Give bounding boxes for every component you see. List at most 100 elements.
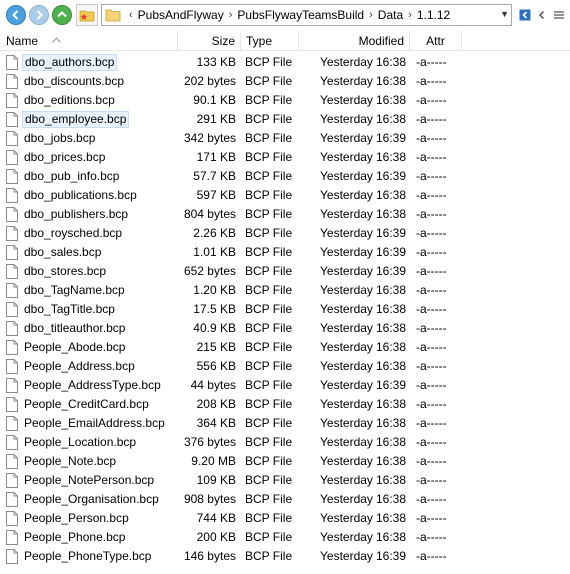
file-row[interactable]: People_EmailAddress.bcp 364 KB BCP File Yes… (0, 414, 570, 433)
file-row[interactable]: People_AddressType.bcp 44 bytes BCP File Ye… (0, 376, 570, 395)
chevron-left-icon[interactable] (535, 8, 549, 22)
file-size: 364 KB (196, 416, 236, 430)
file-row[interactable]: People_Person.bcp 744 KB BCP File Yesterday… (0, 509, 570, 528)
file-name[interactable]: People_Abode.bcp (24, 338, 125, 357)
file-type: BCP File (245, 302, 293, 316)
file-row[interactable]: dbo_employee.bcp 291 KB BCP File Yesterday 1… (0, 110, 570, 129)
file-row[interactable]: dbo_publications.bcp 597 KB BCP File Yester… (0, 186, 570, 205)
file-modified-day: Yesterday (320, 321, 373, 335)
file-row[interactable]: dbo_prices.bcp 171 KB BCP File Yesterday 16:… (0, 148, 570, 167)
file-name[interactable]: dbo_publications.bcp (24, 186, 137, 205)
file-name[interactable]: dbo_authors.bcp (22, 54, 118, 71)
file-name[interactable]: People_AddressType.bcp (24, 376, 161, 395)
file-row[interactable]: People_Organisation.bcp 908 bytes BCP File… (0, 490, 570, 509)
file-row[interactable]: dbo_titleauthor.bcp 40.9 KB BCP File Yester… (0, 319, 570, 338)
file-name[interactable]: dbo_publishers.bcp (24, 205, 128, 224)
column-type[interactable]: Type (241, 31, 299, 51)
file-row[interactable]: People_Address.bcp 556 KB BCP File Yesterda… (0, 357, 570, 376)
chevron-left-icon: ‹ (129, 9, 133, 21)
up-button[interactable] (52, 5, 72, 25)
file-row[interactable]: dbo_pub_info.bcp 57.7 KB BCP File Yesterday… (0, 167, 570, 186)
menu-icon[interactable] (552, 8, 566, 22)
file-name[interactable]: dbo_jobs.bcp (24, 129, 95, 148)
file-name[interactable]: dbo_discounts.bcp (24, 72, 124, 91)
file-row[interactable]: dbo_sales.bcp 1.01 KB BCP File Yesterday 16:… (0, 243, 570, 262)
file-name[interactable]: dbo_employee.bcp (22, 111, 130, 128)
file-icon (6, 549, 18, 564)
file-row[interactable]: dbo_roysched.bcp 2.26 KB BCP File Yesterday… (0, 224, 570, 243)
pane-icon[interactable] (518, 8, 532, 22)
file-name[interactable]: dbo_titleauthor.bcp (24, 319, 125, 338)
file-row[interactable]: dbo_publishers.bcp 804 bytes BCP File Yeste… (0, 205, 570, 224)
file-name[interactable]: People_Location.bcp (24, 433, 136, 452)
file-name[interactable]: dbo_stores.bcp (24, 262, 106, 281)
file-name[interactable]: People_Address.bcp (24, 357, 135, 376)
file-name[interactable]: dbo_TagName.bcp (24, 281, 125, 300)
breadcrumb-data[interactable]: Data (378, 8, 403, 22)
column-modified[interactable]: Modified (299, 31, 410, 51)
file-name[interactable]: dbo_prices.bcp (24, 148, 105, 167)
file-row[interactable]: People_Phone.bcp 200 KB BCP File Yesterday 1… (0, 528, 570, 547)
breadcrumb-pubsflywayteamsbuild[interactable]: PubsFlywayTeamsBuild (237, 8, 364, 22)
file-name[interactable]: dbo_editions.bcp (24, 91, 115, 110)
file-row[interactable]: dbo_TagTitle.bcp 17.5 KB BCP File Yesterday… (0, 300, 570, 319)
file-attr: -a----- (416, 454, 447, 468)
file-modified-time: 16:38 (376, 55, 407, 69)
file-name[interactable]: dbo_pub_info.bcp (24, 167, 119, 186)
file-row[interactable]: People_Note.bcp 9.20 MB BCP File Yesterday 1… (0, 452, 570, 471)
file-attr: -a----- (416, 530, 447, 544)
file-modified-day: Yesterday (320, 397, 373, 411)
file-row[interactable]: People_NotePerson.bcp 109 KB BCP File Yeste… (0, 471, 570, 490)
favorites-button[interactable] (76, 4, 98, 26)
file-modified-time: 16:38 (376, 93, 407, 107)
file-modified-day: Yesterday (320, 188, 373, 202)
file-row[interactable]: dbo_TagName.bcp 1.20 KB BCP File Yesterday 1… (0, 281, 570, 300)
file-modified-day: Yesterday (320, 150, 373, 164)
file-name[interactable]: People_NotePerson.bcp (24, 471, 154, 490)
file-row[interactable]: People_PhoneType.bcp 146 bytes BCP File Yes… (0, 547, 570, 566)
file-name[interactable]: dbo_TagTitle.bcp (24, 300, 115, 319)
file-name[interactable]: dbo_roysched.bcp (24, 224, 122, 243)
file-name[interactable]: dbo_sales.bcp (24, 243, 101, 262)
file-modified-time: 16:39 (376, 226, 407, 240)
file-row[interactable]: dbo_editions.bcp 90.1 KB BCP File Yesterday… (0, 91, 570, 110)
arrow-up-icon (57, 11, 67, 18)
column-size[interactable]: Size (178, 31, 241, 51)
breadcrumb-version[interactable]: 1.1.12 (417, 8, 450, 22)
forward-button[interactable] (29, 5, 49, 25)
file-name[interactable]: People_Person.bcp (24, 509, 129, 528)
file-icon (6, 302, 18, 317)
back-button[interactable] (6, 5, 26, 25)
breadcrumb-pubsandflyway[interactable]: PubsAndFlyway (138, 8, 224, 22)
file-attr: -a----- (416, 74, 447, 88)
file-modified-day: Yesterday (320, 473, 373, 487)
file-size: 908 bytes (183, 492, 236, 506)
chevron-right-icon: › (369, 9, 373, 21)
file-name[interactable]: People_Note.bcp (24, 452, 116, 471)
address-bar[interactable]: ‹ PubsAndFlyway › PubsFlywayTeamsBuild ›… (101, 4, 512, 26)
column-attr[interactable]: Attr (410, 31, 462, 51)
file-row[interactable]: dbo_jobs.bcp 342 bytes BCP File Yesterday 16… (0, 129, 570, 148)
file-row[interactable]: dbo_discounts.bcp 202 bytes BCP File Yester… (0, 72, 570, 91)
file-type: BCP File (245, 416, 293, 430)
file-row[interactable]: People_Abode.bcp 215 KB BCP File Yesterday 1… (0, 338, 570, 357)
file-row[interactable]: People_Location.bcp 376 bytes BCP File Yest… (0, 433, 570, 452)
file-row[interactable]: dbo_stores.bcp 652 bytes BCP File Yesterday… (0, 262, 570, 281)
file-name[interactable]: People_PhoneType.bcp (24, 547, 151, 566)
file-size: 17.5 KB (193, 302, 236, 316)
file-attr: -a----- (416, 397, 447, 411)
file-row[interactable]: People_CreditCard.bcp 208 KB BCP File Yeste… (0, 395, 570, 414)
file-name[interactable]: People_CreditCard.bcp (24, 395, 149, 414)
file-name[interactable]: People_Phone.bcp (24, 528, 125, 547)
file-type: BCP File (245, 131, 293, 145)
file-type: BCP File (245, 454, 293, 468)
file-type: BCP File (245, 321, 293, 335)
folder-icon (102, 5, 124, 25)
file-attr: -a----- (416, 150, 447, 164)
file-name[interactable]: People_Organisation.bcp (24, 490, 159, 509)
dropdown-arrow-icon[interactable]: ▼ (500, 9, 509, 19)
file-name[interactable]: People_EmailAddress.bcp (24, 414, 165, 433)
file-modified-time: 16:38 (376, 321, 407, 335)
column-name[interactable]: Name (0, 31, 178, 51)
file-row[interactable]: dbo_authors.bcp 133 KB BCP File Yesterday 16… (0, 53, 570, 72)
